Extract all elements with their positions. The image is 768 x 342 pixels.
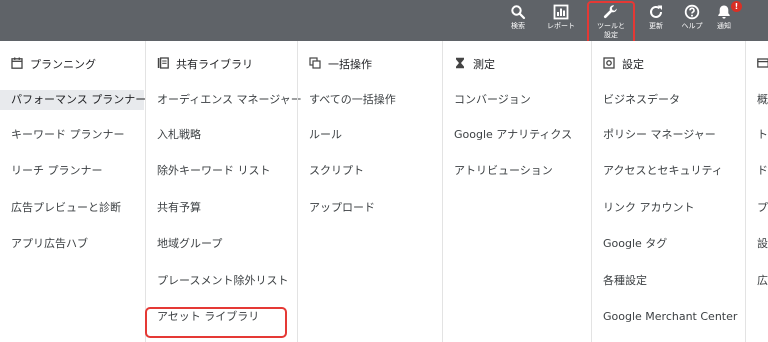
menu-item-attribution[interactable]: アトリビューション (454, 161, 591, 181)
bulk-icon (309, 56, 328, 72)
menu-item-google-merchant-center[interactable]: Google Merchant Center (603, 307, 745, 327)
toolbar-search-button[interactable]: 検索 (504, 2, 532, 40)
menu-item-billing-5[interactable]: 設 (757, 234, 768, 254)
reports-icon (553, 2, 569, 20)
menu-item-rules[interactable]: ルール (309, 125, 442, 145)
wrench-icon (603, 2, 619, 20)
menu-column-measurement: 測定 コンバージョン Google アナリティクス アトリビューション (442, 41, 591, 342)
menu-column-billing: 概 ト ド プ 設 広 (745, 41, 768, 342)
billing-header (757, 56, 768, 72)
measurement-header-label: 測定 (473, 58, 495, 71)
top-toolbar: 検索 レポート ツールと設定 更新 ヘルプ ! 通知 (0, 0, 768, 41)
menu-item-app-ads-hub[interactable]: アプリ広告ハブ (11, 234, 145, 254)
menu-item-scripts[interactable]: スクリプト (309, 161, 442, 181)
menu-item-preferences[interactable]: 各種設定 (603, 271, 745, 291)
menu-item-audience-manager[interactable]: オーディエンス マネージャー (157, 90, 302, 110)
menu-column-bulk-actions: 一括操作 すべての一括操作 ルール スクリプト アップロード (297, 41, 442, 342)
menu-item-bid-strategies[interactable]: 入札戦略 (157, 125, 297, 145)
toolbar-search-label: 検索 (511, 22, 525, 30)
measurement-header: 測定 (454, 56, 591, 72)
setup-header-label: 設定 (622, 58, 644, 71)
help-icon (684, 2, 700, 20)
menu-item-placement-exclusion-lists[interactable]: プレースメント除外リスト (157, 271, 297, 291)
settings-icon (603, 56, 622, 72)
menu-item-performance-planner[interactable]: パフォーマンス プランナー (0, 90, 146, 110)
menu-item-ad-preview-diagnosis[interactable]: 広告プレビューと診断 (11, 198, 145, 218)
search-icon (510, 2, 526, 20)
menu-column-planning: プランニング パフォーマンス プランナー キーワード プランナー リーチ プラン… (0, 41, 146, 342)
menu-item-uploads[interactable]: アップロード (309, 198, 442, 218)
menu-item-billing-2[interactable]: ト (757, 125, 768, 145)
menu-item-policy-manager[interactable]: ポリシー マネージャー (603, 125, 745, 145)
menu-item-billing-6[interactable]: 広 (757, 271, 768, 291)
menu-item-location-groups[interactable]: 地域グループ (157, 234, 297, 254)
toolbar-refresh-label: 更新 (649, 22, 663, 30)
toolbar-tools-settings-button[interactable]: ツールと設定 (591, 2, 631, 40)
toolbar-refresh-button[interactable]: 更新 (645, 2, 667, 40)
hourglass-icon (454, 57, 473, 72)
menu-item-google-analytics[interactable]: Google アナリティクス (454, 125, 591, 145)
menu-column-shared-library: 共有ライブラリ オーディエンス マネージャー 入札戦略 除外キーワード リスト … (145, 41, 302, 342)
calendar-icon (11, 57, 30, 72)
menu-item-conversions[interactable]: コンバージョン (454, 90, 591, 110)
toolbar-reports-label: レポート (547, 22, 575, 30)
toolbar-reports-button[interactable]: レポート (541, 2, 581, 40)
bell-icon (716, 2, 732, 20)
library-icon (157, 56, 176, 72)
bulk-actions-header: 一括操作 (309, 56, 442, 72)
toolbar-tools-settings-label: ツールと設定 (597, 22, 625, 39)
menu-item-billing-3[interactable]: ド (757, 161, 768, 181)
toolbar-help-label: ヘルプ (681, 22, 703, 30)
tools-settings-menu: プランニング パフォーマンス プランナー キーワード プランナー リーチ プラン… (0, 41, 768, 342)
menu-item-reach-planner[interactable]: リーチ プランナー (11, 161, 145, 181)
menu-item-asset-library[interactable]: アセット ライブラリ (157, 307, 297, 327)
shared-library-header: 共有ライブラリ (157, 56, 297, 72)
menu-item-business-data[interactable]: ビジネスデータ (603, 90, 745, 110)
refresh-icon (648, 2, 664, 20)
menu-item-keyword-planner[interactable]: キーワード プランナー (11, 125, 145, 145)
notification-badge: ! (731, 1, 742, 12)
setup-header: 設定 (603, 56, 745, 72)
menu-item-billing-1[interactable]: 概 (757, 90, 768, 110)
planning-header: プランニング (11, 56, 145, 72)
billing-icon (757, 57, 768, 72)
menu-item-all-bulk-actions[interactable]: すべての一括操作 (309, 90, 442, 110)
planning-header-label: プランニング (30, 58, 96, 71)
toolbar-notifications-label: 通知 (717, 22, 731, 30)
bulk-actions-header-label: 一括操作 (328, 58, 372, 71)
toolbar-help-button[interactable]: ヘルプ (678, 2, 706, 40)
menu-item-linked-accounts[interactable]: リンク アカウント (603, 198, 745, 218)
menu-item-billing-4[interactable]: プ (757, 198, 768, 218)
menu-item-access-security[interactable]: アクセスとセキュリティ (603, 161, 745, 181)
toolbar-notifications-button[interactable]: ! 通知 (712, 1, 742, 40)
menu-item-shared-budgets[interactable]: 共有予算 (157, 198, 297, 218)
menu-item-google-tag[interactable]: Google タグ (603, 234, 745, 254)
menu-item-negative-keyword-lists[interactable]: 除外キーワード リスト (157, 161, 297, 181)
menu-column-setup: 設定 ビジネスデータ ポリシー マネージャー アクセスとセキュリティ リンク ア… (591, 41, 745, 342)
shared-library-header-label: 共有ライブラリ (176, 58, 253, 71)
